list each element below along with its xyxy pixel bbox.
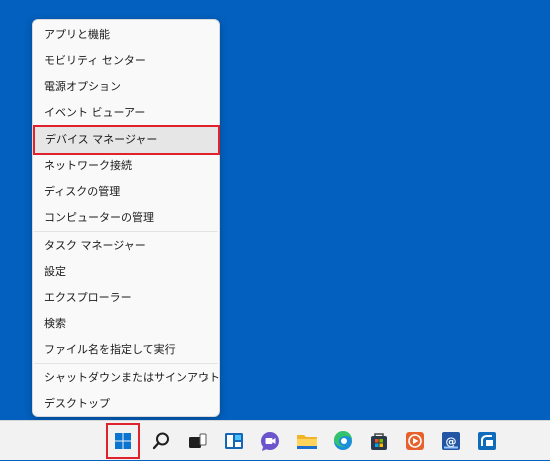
menu-item-label: デバイス マネージャー — [45, 133, 158, 146]
menu-item-shutdown-or-sign-out[interactable]: シャットダウンまたはサインアウト › — [33, 365, 220, 391]
menu-item-settings[interactable]: 設定 — [33, 259, 219, 285]
menu-item-label: 電源オプション — [44, 80, 121, 93]
menu-item-run[interactable]: ファイル名を指定して実行 — [33, 337, 219, 363]
menu-item-disk-management[interactable]: ディスクの管理 — [33, 179, 219, 205]
menu-item-device-manager[interactable]: デバイス マネージャー — [33, 125, 220, 155]
menu-item-label: イベント ビューアー — [44, 106, 146, 119]
menu-item-label: モビリティ センター — [44, 54, 146, 67]
menu-item-label: タスク マネージャー — [44, 239, 146, 252]
menu-item-label: 検索 — [44, 317, 66, 330]
menu-item-label: アプリと機能 — [44, 28, 110, 41]
task-view-icon[interactable] — [181, 425, 213, 457]
svg-text:@: @ — [446, 435, 457, 448]
menu-separator — [34, 231, 218, 232]
chat-icon[interactable] — [254, 425, 286, 457]
menu-item-apps-and-features[interactable]: アプリと機能 — [33, 22, 219, 48]
file-explorer-icon[interactable] — [291, 425, 323, 457]
menu-item-power-options[interactable]: 電源オプション — [33, 74, 219, 100]
menu-item-label: コンピューターの管理 — [44, 211, 154, 224]
mail-icon[interactable]: @ — [435, 425, 467, 457]
remote-app-icon[interactable] — [471, 425, 503, 457]
menu-item-computer-management[interactable]: コンピューターの管理 — [33, 205, 219, 231]
menu-item-mobility-center[interactable]: モビリティ センター — [33, 48, 219, 74]
menu-item-label: デスクトップ — [44, 397, 110, 410]
menu-item-task-manager[interactable]: タスク マネージャー — [33, 233, 219, 259]
menu-item-label: エクスプローラー — [44, 291, 132, 304]
menu-item-label: シャットダウンまたはサインアウト — [44, 371, 220, 384]
menu-separator — [34, 363, 218, 364]
menu-item-label: ディスクの管理 — [44, 185, 121, 198]
store-icon[interactable] — [363, 425, 395, 457]
menu-item-search[interactable]: 検索 — [33, 311, 219, 337]
taskbar: @ — [0, 420, 550, 460]
menu-item-label: ファイル名を指定して実行 — [44, 343, 176, 356]
menu-item-desktop[interactable]: デスクトップ — [33, 391, 219, 417]
search-icon[interactable] — [145, 425, 177, 457]
menu-item-label: ネットワーク接続 — [44, 159, 132, 172]
media-player-icon[interactable] — [399, 425, 431, 457]
menu-item-event-viewer[interactable]: イベント ビューアー — [33, 100, 219, 126]
chevron-right-icon: › — [204, 371, 209, 385]
widgets-icon[interactable] — [218, 425, 250, 457]
menu-item-network-connections[interactable]: ネットワーク接続 — [33, 153, 219, 179]
menu-item-file-explorer[interactable]: エクスプローラー — [33, 285, 219, 311]
menu-item-label: 設定 — [44, 265, 66, 278]
start-button-highlight — [106, 423, 140, 459]
start-context-menu: アプリと機能 モビリティ センター 電源オプション イベント ビューアー デバイ… — [32, 19, 220, 417]
edge-icon[interactable] — [327, 425, 359, 457]
